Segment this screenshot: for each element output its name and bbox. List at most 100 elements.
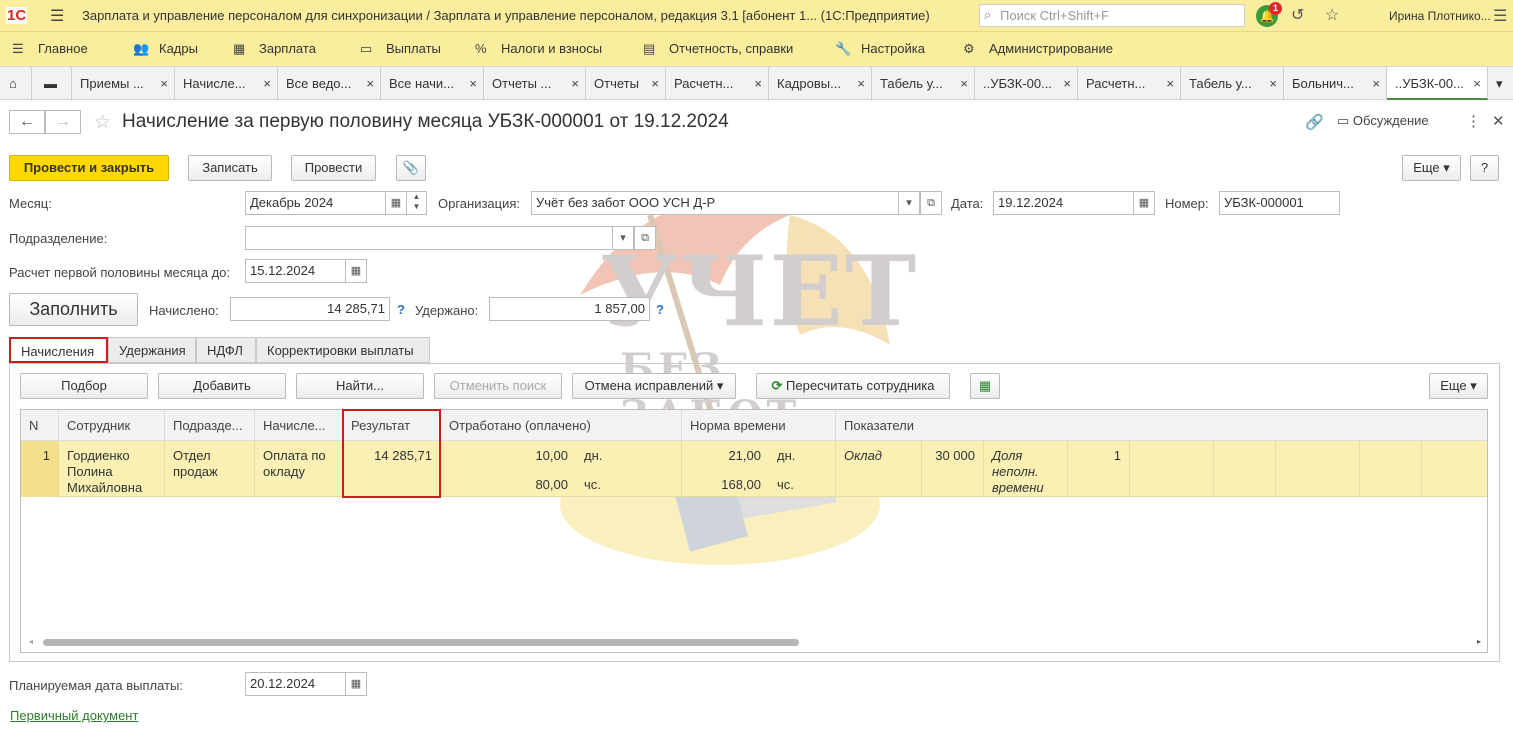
home-tab[interactable]: ⌂ bbox=[0, 67, 32, 100]
open-icon[interactable]: ⧉ bbox=[920, 191, 942, 215]
month-stepper[interactable]: ▲ ▼ bbox=[406, 191, 427, 215]
attachment-button[interactable]: 📎 bbox=[396, 155, 426, 181]
month-field[interactable]: Декабрь 2024 bbox=[245, 191, 386, 215]
column-header-n[interactable]: N bbox=[21, 410, 59, 441]
open-tab[interactable]: Больнич... × bbox=[1284, 67, 1387, 100]
menu-item-admin[interactable]: ⚙ Администрирование bbox=[963, 41, 1113, 57]
save-button[interactable]: Записать bbox=[188, 155, 272, 181]
notifications-bell-icon[interactable]: 🔔 1 bbox=[1256, 2, 1282, 27]
add-button[interactable]: Добавить bbox=[158, 373, 286, 399]
help-button[interactable]: ? bbox=[1470, 155, 1499, 181]
select-button[interactable]: Подбор bbox=[20, 373, 148, 399]
open-tab[interactable]: Начисле... × bbox=[175, 67, 278, 100]
find-button[interactable]: Найти... bbox=[296, 373, 424, 399]
back-button[interactable]: ← bbox=[9, 110, 45, 134]
date-field[interactable]: 19.12.2024 bbox=[993, 191, 1134, 215]
forward-button[interactable]: → bbox=[45, 110, 81, 134]
cell-worked-values[interactable]: 10,00 80,00 bbox=[441, 441, 576, 497]
cell-indicator2-name[interactable]: Доля неполн. времени bbox=[984, 441, 1068, 497]
menu-item-taxes[interactable]: % Налоги и взносы bbox=[475, 41, 602, 56]
hamburger-menu-icon[interactable]: ☰ bbox=[50, 6, 64, 26]
open-tab[interactable]: Отчеты ... × bbox=[484, 67, 586, 100]
tabs-dropdown-icon[interactable]: ▾ bbox=[1488, 67, 1513, 100]
menu-item-settings[interactable]: 🔧 Настройка bbox=[835, 41, 925, 57]
open-tab[interactable]: ..УБЗК-00... × bbox=[975, 67, 1078, 100]
column-header-norm[interactable]: Норма времени bbox=[682, 410, 836, 441]
close-icon[interactable]: × bbox=[263, 76, 271, 91]
close-icon[interactable]: × bbox=[651, 76, 659, 91]
menu-item-payments[interactable]: ▭ Выплаты bbox=[360, 41, 441, 57]
cell-empty[interactable] bbox=[1360, 441, 1422, 497]
dropdown-icon[interactable]: ▾ bbox=[898, 191, 920, 215]
discussions-tab[interactable]: ▬ bbox=[32, 67, 72, 100]
close-icon[interactable]: × bbox=[1269, 76, 1277, 91]
withheld-help-icon[interactable]: ? bbox=[656, 302, 664, 317]
open-tab[interactable]: Все ведо... × bbox=[278, 67, 381, 100]
app-logo[interactable]: 1С bbox=[6, 7, 28, 24]
more-button[interactable]: Еще ▾ bbox=[1402, 155, 1461, 181]
post-and-close-button[interactable]: Провести и закрыть bbox=[9, 155, 169, 181]
column-header-worked[interactable]: Отработано (оплачено) bbox=[441, 410, 682, 441]
dropdown-icon[interactable]: ▾ bbox=[612, 226, 634, 250]
cell-employee[interactable]: Гордиенко Полина Михайловна bbox=[59, 441, 165, 497]
scroll-right-icon[interactable]: ▸ bbox=[1477, 637, 1481, 646]
cell-n[interactable]: 1 bbox=[21, 441, 59, 497]
menu-item-main[interactable]: ☰ Главное bbox=[12, 41, 88, 57]
cell-empty[interactable] bbox=[1422, 441, 1487, 497]
close-icon[interactable]: × bbox=[1473, 76, 1481, 91]
cell-empty[interactable] bbox=[1130, 441, 1214, 497]
cell-worked-units[interactable]: дн. чс. bbox=[576, 441, 682, 497]
tab-accruals[interactable]: Начисления bbox=[9, 337, 108, 363]
table-row[interactable]: 1 Гордиенко Полина Михайловна Отдел прод… bbox=[21, 441, 1487, 497]
post-button[interactable]: Провести bbox=[291, 155, 376, 181]
cell-indicator2-value[interactable]: 1 bbox=[1068, 441, 1130, 497]
user-name[interactable]: Ирина Плотнико... bbox=[1389, 9, 1491, 23]
cell-norm-units[interactable]: дн. чс. bbox=[769, 441, 836, 497]
column-header-accrual[interactable]: Начисле... bbox=[255, 410, 343, 441]
division-field[interactable] bbox=[245, 226, 613, 250]
favorites-star-icon[interactable]: ☆ bbox=[1325, 5, 1339, 25]
tab-payment-adjustments[interactable]: Корректировки выплаты bbox=[256, 337, 430, 363]
open-tab[interactable]: Расчетн... × bbox=[666, 67, 769, 100]
calc-until-field[interactable]: 15.12.2024 bbox=[245, 259, 346, 283]
favorite-star-icon[interactable]: ☆ bbox=[94, 111, 111, 134]
calendar-icon[interactable]: ▦ bbox=[1133, 191, 1155, 215]
tab-deductions[interactable]: Удержания bbox=[108, 337, 196, 363]
discussion-button[interactable]: ▭ Обсуждение bbox=[1337, 113, 1429, 129]
menu-item-hr[interactable]: 👥 Кадры bbox=[133, 41, 198, 57]
cell-indicator1-name[interactable]: Оклад bbox=[836, 441, 922, 497]
open-tab[interactable]: Кадровы... × bbox=[769, 67, 872, 100]
close-icon[interactable]: × bbox=[857, 76, 865, 91]
table-settings-icon[interactable]: ▦ bbox=[970, 373, 1000, 399]
history-icon[interactable]: ↺ bbox=[1291, 5, 1304, 25]
cell-accrual[interactable]: Оплата по окладу bbox=[255, 441, 343, 497]
close-icon[interactable]: × bbox=[366, 76, 374, 91]
cancel-search-button[interactable]: Отменить поиск bbox=[434, 373, 562, 399]
open-icon[interactable]: ⧉ bbox=[634, 226, 656, 250]
recalc-employee-button[interactable]: ⟳ Пересчитать сотрудника bbox=[756, 373, 950, 399]
horizontal-scrollbar[interactable] bbox=[43, 639, 799, 646]
open-tab[interactable]: Отчеты × bbox=[586, 67, 666, 100]
cell-norm-values[interactable]: 21,00 168,00 bbox=[682, 441, 769, 497]
open-tab-active[interactable]: ..УБЗК-00... × bbox=[1387, 67, 1488, 100]
calendar-icon[interactable]: ▦ bbox=[385, 191, 407, 215]
fill-button[interactable]: Заполнить bbox=[9, 293, 138, 326]
close-icon[interactable]: × bbox=[1063, 76, 1071, 91]
tab-ndfl[interactable]: НДФЛ bbox=[196, 337, 256, 363]
open-tab[interactable]: Табель у... × bbox=[1181, 67, 1284, 100]
cell-empty[interactable] bbox=[1276, 441, 1360, 497]
number-field[interactable]: УБЗК-000001 bbox=[1219, 191, 1340, 215]
close-icon[interactable]: × bbox=[469, 76, 477, 91]
menu-item-salary[interactable]: ▦ Зарплата bbox=[233, 41, 316, 57]
more-actions-icon[interactable]: ⋮ bbox=[1466, 112, 1481, 130]
close-icon[interactable]: ✕ bbox=[1492, 112, 1505, 130]
table-more-button[interactable]: Еще ▾ bbox=[1429, 373, 1488, 399]
column-header-indicators[interactable]: Показатели bbox=[836, 410, 1487, 441]
close-icon[interactable]: × bbox=[754, 76, 762, 91]
primary-document-link[interactable]: Первичный документ bbox=[10, 708, 138, 723]
open-tab[interactable]: Все начи... × bbox=[381, 67, 484, 100]
close-icon[interactable]: × bbox=[1372, 76, 1380, 91]
cell-indicator1-value[interactable]: 30 000 bbox=[922, 441, 984, 497]
accrued-help-icon[interactable]: ? bbox=[397, 302, 405, 317]
column-header-division[interactable]: Подразде... bbox=[165, 410, 255, 441]
